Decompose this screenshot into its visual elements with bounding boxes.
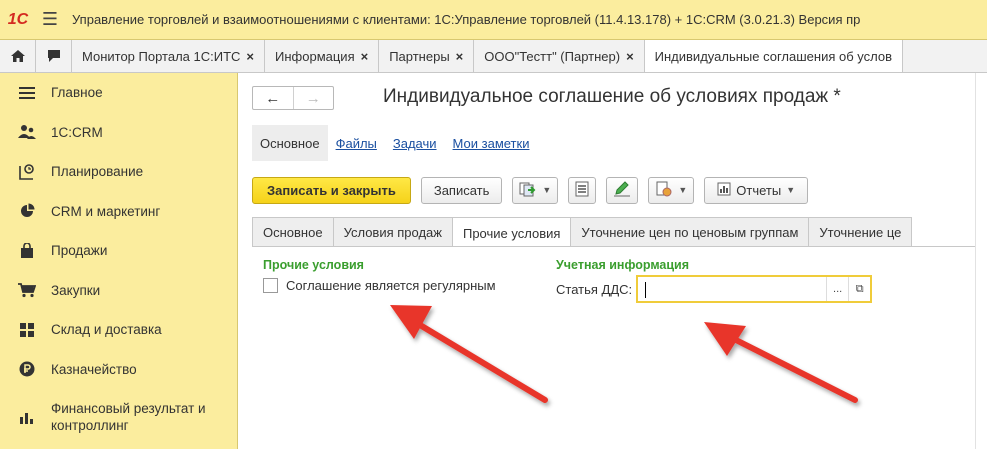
select-button[interactable]: ... bbox=[826, 277, 848, 301]
tab-basic[interactable]: Основное bbox=[252, 217, 334, 246]
tab-partner-card[interactable]: ООО"Тестт" (Партнер) × bbox=[474, 40, 645, 72]
open-icon[interactable]: ⧉ bbox=[848, 277, 870, 301]
main-menu-icon[interactable]: ☰ bbox=[36, 0, 64, 39]
form-tabs: Основное Условия продаж Прочие условия У… bbox=[252, 217, 975, 247]
section-links: Основное Файлы Задачи Мои заметки bbox=[252, 125, 537, 161]
create-based-on-button[interactable]: ▼ bbox=[512, 176, 559, 204]
history-nav: ← → bbox=[252, 86, 334, 110]
list-icon bbox=[575, 181, 589, 200]
close-icon[interactable]: × bbox=[456, 49, 464, 64]
tab-portal-monitor[interactable]: Монитор Портала 1С:ИТС × bbox=[72, 40, 266, 72]
sidebar-item-planning[interactable]: Планирование bbox=[0, 152, 237, 192]
reports-button[interactable]: Отчеты ▼ bbox=[704, 176, 809, 204]
tab-individual-agreements[interactable]: Индивидуальные соглашения об услов bbox=[644, 40, 903, 72]
window-title: Управление торговлей и взаимоотношениями… bbox=[72, 12, 861, 27]
sidebar-item-sales[interactable]: Продажи bbox=[0, 231, 237, 271]
scrollbar[interactable] bbox=[975, 73, 987, 449]
page-title: Индивидуальное соглашение об условиях пр… bbox=[383, 86, 841, 107]
print-button[interactable]: ▼ bbox=[648, 176, 695, 204]
tab-sales-terms[interactable]: Условия продаж bbox=[332, 217, 453, 246]
regular-agreement-label[interactable]: Соглашение является регулярным bbox=[286, 278, 496, 293]
text-caret bbox=[645, 282, 647, 298]
close-icon[interactable]: × bbox=[626, 49, 634, 64]
tab-information[interactable]: Информация × bbox=[265, 40, 380, 72]
sidebar-item-purchases[interactable]: Закупки bbox=[0, 271, 237, 311]
save-and-close-button[interactable]: Записать и закрыть bbox=[252, 176, 411, 204]
tab-price-group-refinement[interactable]: Уточнение цен по ценовым группам bbox=[570, 217, 810, 246]
pencil-icon bbox=[613, 180, 631, 200]
1c-logo: 1С bbox=[7, 10, 29, 28]
group-title-account-info: Учетная информация bbox=[556, 258, 690, 272]
sidebar-item-crm-marketing[interactable]: CRM и маркетинг bbox=[0, 192, 237, 232]
group-title-other-conditions: Прочие условия bbox=[263, 258, 364, 272]
regular-agreement-checkbox[interactable] bbox=[263, 278, 278, 293]
sidebar-item-warehouse[interactable]: Склад и доставка bbox=[0, 310, 237, 350]
section-link-main[interactable]: Основное bbox=[252, 125, 328, 161]
account-info-group: Учетная информация Статья ДДС: ... ⧉ bbox=[556, 258, 873, 303]
cash-flow-item-input[interactable] bbox=[638, 277, 827, 301]
regular-agreement-row: Соглашение является регулярным bbox=[263, 278, 496, 293]
menu-icon bbox=[18, 86, 36, 100]
chevron-down-icon: ▼ bbox=[542, 185, 552, 195]
save-button[interactable]: Записать bbox=[420, 176, 503, 204]
report-icon bbox=[717, 182, 731, 199]
section-link-tasks[interactable]: Задачи bbox=[385, 125, 445, 161]
close-icon[interactable]: × bbox=[361, 49, 369, 64]
section-link-notes[interactable]: Мои заметки bbox=[445, 125, 538, 161]
users-icon bbox=[18, 124, 36, 140]
sidebar-item-main[interactable]: Главное bbox=[0, 73, 237, 113]
pie-chart-icon bbox=[18, 203, 36, 219]
tab-price-refinement[interactable]: Уточнение це bbox=[808, 217, 913, 246]
sidebar: Главное 1С:CRM Планирование CRM и маркет… bbox=[0, 73, 238, 449]
cash-flow-item-label: Статья ДДС: bbox=[556, 281, 633, 297]
forward-button[interactable]: → bbox=[294, 87, 334, 109]
title-bar: 1С ☰ Управление торговлей и взаимоотноше… bbox=[0, 0, 987, 40]
document-form: ← → Индивидуальное соглашение об условия… bbox=[238, 73, 975, 449]
chat-icon[interactable] bbox=[36, 40, 72, 72]
home-icon[interactable] bbox=[0, 40, 36, 72]
close-icon[interactable]: × bbox=[246, 49, 254, 64]
bag-icon bbox=[18, 242, 36, 259]
window-tab-bar: Монитор Портала 1С:ИТС × Информация × Парт… bbox=[0, 40, 987, 73]
tab-partners[interactable]: Партнеры × bbox=[379, 40, 475, 72]
bar-chart-icon bbox=[18, 409, 36, 425]
cash-flow-item-row: Статья ДДС: ... ⧉ bbox=[556, 275, 873, 303]
structure-button[interactable] bbox=[568, 176, 597, 204]
ruble-icon bbox=[18, 361, 36, 377]
other-conditions-group: Прочие условия Соглашение является регул… bbox=[263, 258, 496, 293]
sidebar-item-crm[interactable]: 1С:CRM bbox=[0, 113, 237, 153]
tab-other-conditions[interactable]: Прочие условия bbox=[451, 217, 572, 246]
edit-button[interactable] bbox=[606, 176, 639, 204]
printer-icon bbox=[655, 181, 673, 200]
chevron-down-icon: ▼ bbox=[786, 185, 796, 195]
chevron-down-icon: ▼ bbox=[678, 185, 688, 195]
warehouse-icon bbox=[18, 322, 36, 338]
form-toolbar: Записать и закрыть Записать ▼ ▼ Отчеты ▼ bbox=[252, 176, 818, 204]
create-based-on-icon bbox=[519, 181, 537, 200]
sidebar-item-financial-result[interactable]: Финансовый результат и контроллинг bbox=[0, 389, 237, 445]
planning-icon bbox=[18, 163, 36, 180]
sidebar-item-treasury[interactable]: Казначейство bbox=[0, 350, 237, 390]
section-link-files[interactable]: Файлы bbox=[328, 125, 385, 161]
cash-flow-item-field: ... ⧉ bbox=[636, 275, 873, 303]
cart-icon bbox=[18, 282, 36, 298]
back-button[interactable]: ← bbox=[253, 87, 294, 109]
